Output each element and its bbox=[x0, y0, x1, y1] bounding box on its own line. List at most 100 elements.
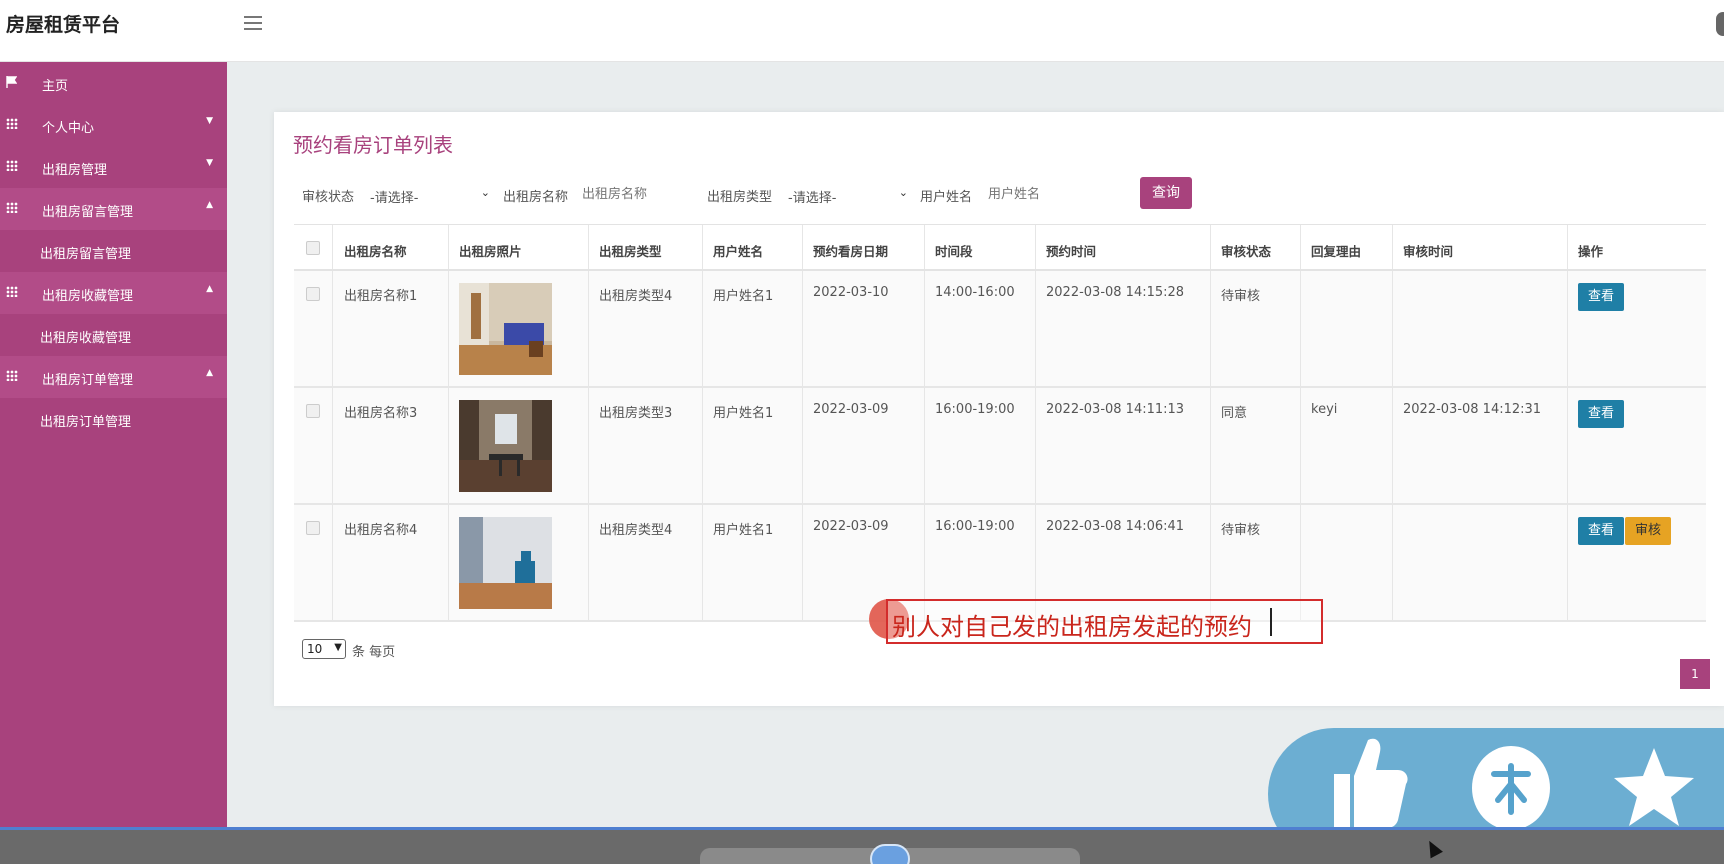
grid-icon bbox=[6, 160, 18, 171]
app-title: 房屋租赁平台 bbox=[6, 14, 121, 36]
page-title: 预约看房订单列表 bbox=[293, 133, 453, 157]
cell-status: 待审核 bbox=[1221, 523, 1261, 538]
avatar[interactable] bbox=[1716, 12, 1724, 36]
cell-time-slot: 16:00-19:00 bbox=[935, 519, 1015, 534]
table-row: 出租房名称3 出租房类型3 用户姓名1 2022-03-09 16:00-19:… bbox=[294, 388, 1706, 505]
house-type-select[interactable]: -请选择- ⌄ bbox=[780, 180, 908, 208]
thumbs-up-icon[interactable] bbox=[1324, 732, 1414, 832]
flag-icon bbox=[6, 76, 17, 88]
chevron-down-icon: ▼ bbox=[334, 642, 342, 653]
house-name-filter-label: 出租房名称 bbox=[503, 190, 569, 205]
header-house-name: 出租房名称 bbox=[344, 244, 407, 259]
grid-icon bbox=[6, 118, 18, 129]
cell-visit-date: 2022-03-09 bbox=[813, 519, 889, 534]
page-size-value: 10 bbox=[307, 642, 323, 656]
house-photo bbox=[459, 400, 552, 492]
sidebar: 主页 个人中心 ▼ 出租房管理 ▼ 出租房留言管理 ▲ 出租房留言管理 出租房收… bbox=[0, 62, 227, 864]
table-row: 出租房名称1 出租房类型4 用户姓名1 2022-03-10 14:00-16:… bbox=[294, 271, 1706, 388]
house-name-input[interactable] bbox=[582, 180, 692, 208]
top-header: 房屋租赁平台 bbox=[0, 0, 1724, 62]
chevron-down-icon: ▼ bbox=[206, 116, 213, 126]
row-checkbox[interactable] bbox=[306, 287, 320, 301]
grid-icon bbox=[6, 286, 18, 297]
cell-visit-date: 2022-03-09 bbox=[813, 402, 889, 417]
header-reply: 回复理由 bbox=[1311, 244, 1362, 259]
cell-house-name: 出租房名称4 bbox=[344, 523, 418, 538]
cell-booking-time: 2022-03-08 14:06:41 bbox=[1046, 519, 1185, 534]
table-header: 出租房名称 出租房照片 出租房类型 用户姓名 预约看房日期 时间段 预约时间 审… bbox=[294, 225, 1706, 271]
house-type-select-value: -请选择- bbox=[788, 191, 837, 206]
row-checkbox[interactable] bbox=[306, 521, 320, 535]
cell-status: 待审核 bbox=[1221, 289, 1261, 304]
sidebar-item-house-management[interactable]: 出租房管理 ▼ bbox=[0, 146, 227, 188]
sidebar-subitem-favorite-management[interactable]: 出租房收藏管理 bbox=[0, 314, 227, 356]
house-photo bbox=[459, 517, 552, 609]
status-select-value: -请选择- bbox=[370, 191, 419, 206]
cell-time-slot: 16:00-19:00 bbox=[935, 402, 1015, 417]
cell-reply: keyi bbox=[1311, 402, 1338, 417]
cell-house-type: 出租房类型4 bbox=[599, 523, 673, 538]
audit-button[interactable]: 审核 bbox=[1625, 517, 1671, 545]
status-select[interactable]: -请选择- ⌄ bbox=[362, 180, 490, 208]
page-size-select[interactable]: 10 ▼ bbox=[302, 639, 346, 659]
user-name-input[interactable] bbox=[988, 180, 1098, 208]
cell-status: 同意 bbox=[1221, 406, 1248, 421]
sidebar-item-home[interactable]: 主页 bbox=[0, 62, 227, 104]
header-booking-time: 预约时间 bbox=[1046, 244, 1097, 259]
header-time-slot: 时间段 bbox=[935, 244, 973, 259]
sidebar-item-label: 出租房收藏管理 bbox=[40, 331, 132, 346]
sidebar-item-label: 主页 bbox=[42, 79, 69, 94]
select-all-checkbox[interactable] bbox=[306, 241, 320, 255]
sidebar-item-personal-center[interactable]: 个人中心 ▼ bbox=[0, 104, 227, 146]
annotation-text: 别人对自己发的出租房发起的预约 bbox=[892, 613, 1252, 641]
pagination-current-page[interactable]: 1 bbox=[1680, 659, 1710, 689]
text-cursor bbox=[1270, 608, 1272, 636]
sidebar-item-label: 出租房留言管理 bbox=[40, 247, 132, 262]
cell-time-slot: 14:00-16:00 bbox=[935, 285, 1015, 300]
sidebar-subitem-order-management[interactable]: 出租房订单管理 bbox=[0, 398, 227, 440]
chevron-down-icon: ⌄ bbox=[898, 186, 908, 199]
chevron-up-icon: ▲ bbox=[206, 200, 213, 210]
chevron-up-icon: ▲ bbox=[206, 368, 213, 378]
house-type-filter-label: 出租房类型 bbox=[707, 190, 773, 205]
sidebar-item-label: 出租房订单管理 bbox=[42, 373, 134, 388]
page-size-label: 条 每页 bbox=[352, 645, 396, 660]
view-button[interactable]: 查看 bbox=[1578, 283, 1624, 311]
cell-house-name: 出租房名称3 bbox=[344, 406, 418, 421]
header-audit-time: 审核时间 bbox=[1403, 244, 1454, 259]
coin-icon[interactable] bbox=[1470, 744, 1552, 832]
sidebar-item-label: 出租房订单管理 bbox=[40, 415, 132, 430]
sidebar-item-message-management[interactable]: 出租房留言管理 ▲ bbox=[0, 188, 227, 230]
chevron-up-icon: ▲ bbox=[206, 284, 213, 294]
star-icon[interactable] bbox=[1612, 746, 1696, 830]
header-actions: 操作 bbox=[1578, 244, 1604, 259]
view-button[interactable]: 查看 bbox=[1578, 400, 1624, 428]
orders-table: 出租房名称 出租房照片 出租房类型 用户姓名 预约看房日期 时间段 预约时间 审… bbox=[294, 224, 1706, 622]
menu-toggle-icon[interactable] bbox=[244, 16, 262, 30]
sidebar-item-label: 出租房留言管理 bbox=[42, 205, 134, 220]
cell-booking-time: 2022-03-08 14:11:13 bbox=[1046, 402, 1185, 417]
cell-house-type: 出租房类型4 bbox=[599, 289, 673, 304]
status-filter-label: 审核状态 bbox=[302, 190, 355, 205]
chevron-down-icon: ▼ bbox=[206, 158, 213, 168]
row-checkbox[interactable] bbox=[306, 404, 320, 418]
sidebar-item-order-management[interactable]: 出租房订单管理 ▲ bbox=[0, 356, 227, 398]
cell-booking-time: 2022-03-08 14:15:28 bbox=[1046, 285, 1185, 300]
header-house-type: 出租房类型 bbox=[599, 244, 662, 259]
header-visit-date: 预约看房日期 bbox=[813, 244, 889, 259]
cell-house-type: 出租房类型3 bbox=[599, 406, 673, 421]
view-button[interactable]: 查看 bbox=[1578, 517, 1624, 545]
user-name-filter-label: 用户姓名 bbox=[920, 190, 973, 205]
sidebar-subitem-message-management[interactable]: 出租房留言管理 bbox=[0, 230, 227, 272]
grid-icon bbox=[6, 202, 18, 213]
header-status: 审核状态 bbox=[1221, 244, 1272, 259]
cell-visit-date: 2022-03-10 bbox=[813, 285, 889, 300]
sidebar-item-label: 出租房管理 bbox=[42, 163, 108, 178]
pause-button[interactable] bbox=[870, 844, 910, 864]
query-button[interactable]: 查询 bbox=[1140, 177, 1192, 209]
sidebar-item-favorite-management[interactable]: 出租房收藏管理 ▲ bbox=[0, 272, 227, 314]
cell-house-name: 出租房名称1 bbox=[344, 289, 418, 304]
house-photo bbox=[459, 283, 552, 375]
sidebar-item-label: 出租房收藏管理 bbox=[42, 289, 134, 304]
cell-user-name: 用户姓名1 bbox=[713, 523, 774, 538]
